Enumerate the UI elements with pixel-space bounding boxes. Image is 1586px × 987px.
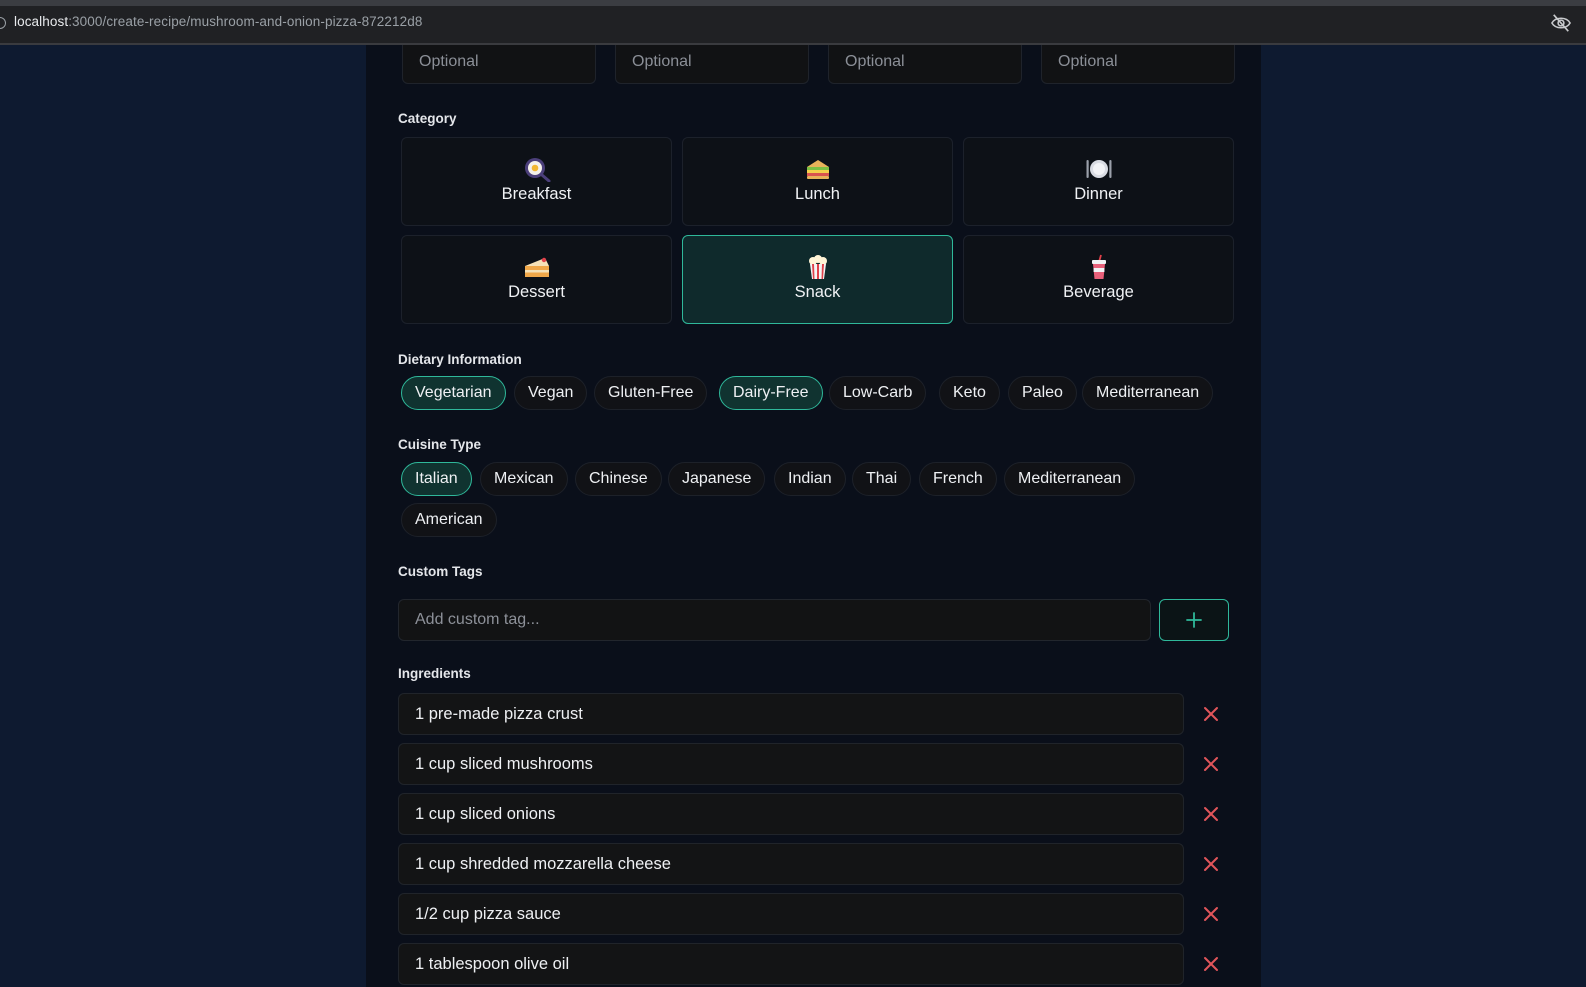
cuisine-chip-american[interactable]: American: [401, 503, 497, 537]
site-info-icon[interactable]: [0, 17, 6, 29]
dietary-chip-paleo[interactable]: Paleo: [1008, 376, 1077, 410]
dietary-chip-vegetarian[interactable]: Vegetarian: [401, 376, 506, 410]
category-lunch[interactable]: Lunch: [682, 137, 953, 226]
sandwich-icon: [806, 160, 829, 179]
close-icon[interactable]: [1200, 753, 1222, 775]
dietary-chip-gluten-free[interactable]: Gluten-Free: [594, 376, 708, 410]
eye-off-icon[interactable]: [1550, 13, 1572, 33]
ingredient-row[interactable]: 1 pre-made pizza crust: [398, 693, 1184, 735]
cuisine-chip-mediterranean[interactable]: Mediterranean: [1004, 462, 1136, 496]
category-label: Category: [398, 111, 457, 126]
dietary-chip-dairy-free[interactable]: Dairy-Free: [719, 376, 823, 410]
category-snack-label: Snack: [794, 283, 841, 301]
plate-icon: [1086, 160, 1111, 178]
optional-field-3[interactable]: Optional: [828, 45, 1022, 84]
ingredient-row[interactable]: 1 cup sliced onions: [398, 793, 1184, 835]
close-icon[interactable]: [1200, 803, 1222, 825]
cuisine-chip-italian[interactable]: Italian: [401, 462, 472, 496]
ingredient-row[interactable]: 1 tablespoon olive oil: [398, 943, 1184, 985]
cup-icon: [1091, 254, 1106, 279]
category-lunch-label: Lunch: [795, 185, 840, 203]
category-snack[interactable]: Snack: [682, 235, 953, 324]
close-icon[interactable]: [1200, 903, 1222, 925]
category-dessert[interactable]: Dessert: [401, 235, 672, 324]
popcorn-icon: [808, 255, 827, 279]
category-dinner-label: Dinner: [1074, 185, 1123, 203]
cuisine-chip-mexican[interactable]: Mexican: [480, 462, 568, 496]
optional-field-4[interactable]: Optional: [1041, 45, 1235, 84]
cuisine-chip-indian[interactable]: Indian: [774, 462, 846, 496]
dietary-chip-keto[interactable]: Keto: [939, 376, 1000, 410]
add-tag-button[interactable]: [1159, 599, 1229, 641]
category-beverage[interactable]: Beverage: [963, 235, 1234, 324]
category-dinner[interactable]: Dinner: [963, 137, 1234, 226]
close-icon[interactable]: [1200, 853, 1222, 875]
url-path: :3000/create-recipe/mushroom-and-onion-p…: [68, 14, 423, 29]
category-beverage-label: Beverage: [1063, 283, 1134, 301]
dietary-label: Dietary Information: [398, 352, 522, 367]
dietary-chip-mediterranean[interactable]: Mediterranean: [1082, 376, 1214, 410]
ingredients-label: Ingredients: [398, 666, 471, 681]
cooking-egg-icon: [524, 158, 550, 182]
ingredient-row[interactable]: 1 cup sliced mushrooms: [398, 743, 1184, 785]
cuisine-chip-chinese[interactable]: Chinese: [575, 462, 662, 496]
category-breakfast-label: Breakfast: [501, 185, 572, 203]
category-dessert-label: Dessert: [508, 283, 565, 301]
browser-address-bar[interactable]: localhost:3000/create-recipe/mushroom-an…: [0, 0, 1586, 45]
optional-field-1[interactable]: Optional: [402, 45, 596, 84]
close-icon[interactable]: [1200, 703, 1222, 725]
close-icon[interactable]: [1200, 953, 1222, 975]
cake-icon: [524, 257, 549, 277]
ingredient-row[interactable]: 1/2 cup pizza sauce: [398, 893, 1184, 935]
url-text[interactable]: localhost:3000/create-recipe/mushroom-an…: [14, 14, 422, 29]
dietary-chip-vegan[interactable]: Vegan: [514, 376, 588, 410]
plus-icon: [1186, 612, 1202, 628]
cuisine-chip-thai[interactable]: Thai: [852, 462, 912, 496]
dietary-chip-low-carb[interactable]: Low-Carb: [829, 376, 927, 410]
cuisine-chip-french[interactable]: French: [919, 462, 997, 496]
ingredient-row[interactable]: 1 cup shredded mozzarella cheese: [398, 843, 1184, 885]
url-host: localhost: [14, 14, 69, 29]
custom-tags-label: Custom Tags: [398, 564, 483, 579]
cuisine-chip-japanese[interactable]: Japanese: [668, 462, 766, 496]
custom-tag-input[interactable]: Add custom tag...: [398, 599, 1151, 641]
cuisine-label: Cuisine Type: [398, 437, 482, 452]
optional-field-2[interactable]: Optional: [615, 45, 809, 84]
category-breakfast[interactable]: Breakfast: [401, 137, 672, 226]
